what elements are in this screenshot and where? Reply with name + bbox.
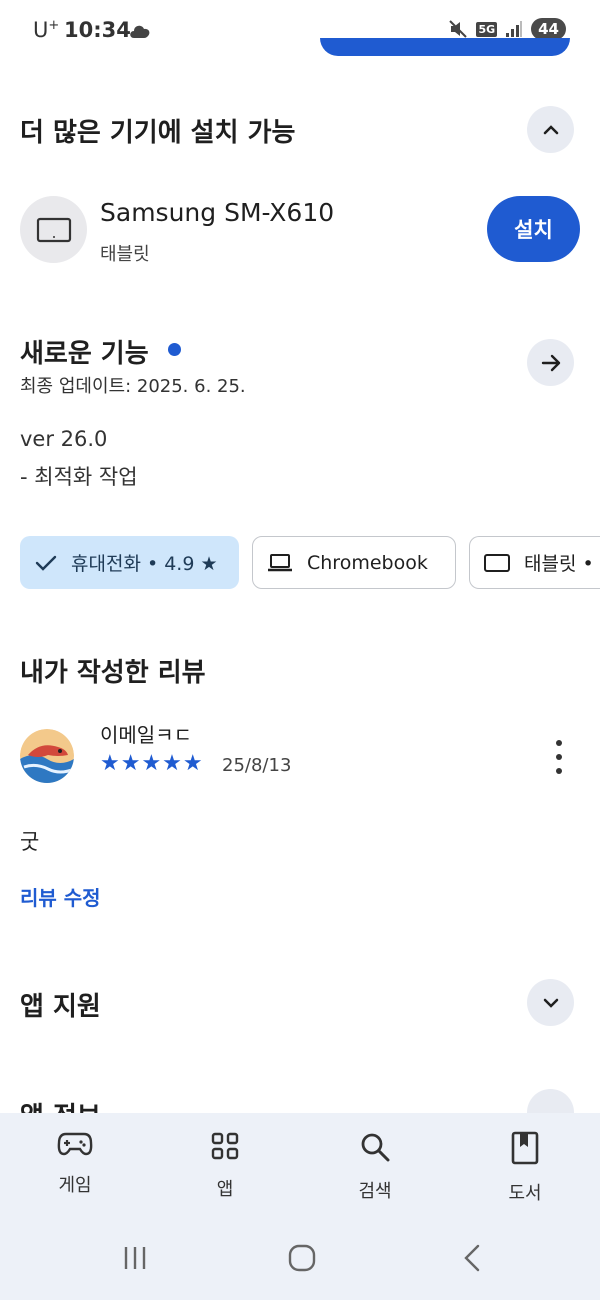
new-indicator-dot: [168, 343, 181, 356]
chip-label: Chromebook: [307, 551, 428, 574]
version-text: ver 26.0: [20, 427, 108, 451]
battery-indicator: 44: [531, 18, 566, 40]
carrier-label: U+: [33, 18, 60, 42]
review-date: 25/8/13: [222, 755, 292, 776]
home-button[interactable]: [286, 1243, 318, 1273]
nav-label: 도서: [508, 1183, 542, 1204]
bottom-navigation: 게임 앱 검색 도서: [0, 1113, 600, 1300]
more-options-button[interactable]: [549, 740, 569, 774]
mute-icon: [449, 20, 468, 38]
home-icon: [288, 1244, 316, 1272]
tablet-icon: [484, 553, 510, 573]
whats-new-arrow-button[interactable]: [527, 339, 574, 386]
whats-new-title: 새로운 기능: [20, 339, 149, 369]
edit-review-link[interactable]: 리뷰 수정: [20, 882, 101, 911]
recent-apps-button[interactable]: [120, 1243, 150, 1273]
check-icon: [35, 554, 57, 572]
my-review-title: 내가 작성한 리뷰: [20, 658, 206, 688]
search-icon: [361, 1133, 390, 1162]
app-support-title: 앱 지원: [20, 992, 101, 1022]
recents-icon: [124, 1247, 146, 1269]
book-icon: [511, 1131, 539, 1165]
chip-phone[interactable]: 휴대전화 • 4.9 ★: [20, 536, 239, 589]
avatar: [20, 729, 74, 783]
nav-games[interactable]: 게임: [25, 1131, 125, 1197]
laptop-icon: [267, 553, 293, 573]
system-navigation-bar: [0, 1243, 600, 1293]
gamepad-icon: [57, 1132, 93, 1156]
device-avatar: [20, 196, 87, 263]
chip-tablet[interactable]: 태블릿 • 4: [469, 536, 600, 589]
device-type: 태블릿: [100, 244, 150, 265]
arrow-right-icon: [541, 354, 560, 371]
nav-search[interactable]: 검색: [325, 1131, 425, 1203]
device-name: Samsung SM-X610: [100, 198, 335, 227]
nav-label: 게임: [58, 1175, 92, 1196]
chip-label: 휴대전화 • 4.9 ★: [71, 553, 218, 575]
clock: 10:34: [64, 18, 131, 42]
nav-label: 검색: [358, 1181, 392, 1202]
rating-stars: ★★★★★: [100, 751, 204, 776]
more-devices-title: 더 많은 기기에 설치 가능: [20, 118, 296, 148]
chevron-up-icon: [543, 124, 558, 134]
cloud-icon: [130, 25, 150, 38]
review-text: 굿: [20, 830, 40, 854]
apps-grid-icon: [211, 1132, 239, 1160]
last-updated-text: 최종 업데이트: 2025. 6. 25.: [20, 376, 246, 397]
chevron-down-icon: [543, 998, 558, 1008]
release-notes: - 최적화 작업: [20, 465, 138, 489]
nav-apps[interactable]: 앱: [175, 1131, 275, 1201]
back-chevron-icon: [464, 1244, 480, 1272]
reviewer-name: 이메일ㅋㄷ: [100, 723, 192, 747]
scrolled-primary-button[interactable]: [320, 38, 570, 56]
nav-books[interactable]: 도서: [475, 1131, 575, 1205]
install-button[interactable]: 설치: [487, 196, 580, 262]
expand-app-support-button[interactable]: [527, 979, 574, 1026]
nav-label: 앱: [216, 1179, 234, 1200]
chip-label: 태블릿 • 4: [524, 553, 600, 575]
collapse-devices-button[interactable]: [527, 106, 574, 153]
chip-chromebook[interactable]: Chromebook: [252, 536, 456, 589]
back-button[interactable]: [458, 1243, 486, 1273]
signal-icon: [506, 21, 523, 37]
network-type-badge: 5G: [476, 21, 498, 37]
tablet-icon: [36, 217, 71, 242]
more-vert-icon: [556, 740, 562, 746]
